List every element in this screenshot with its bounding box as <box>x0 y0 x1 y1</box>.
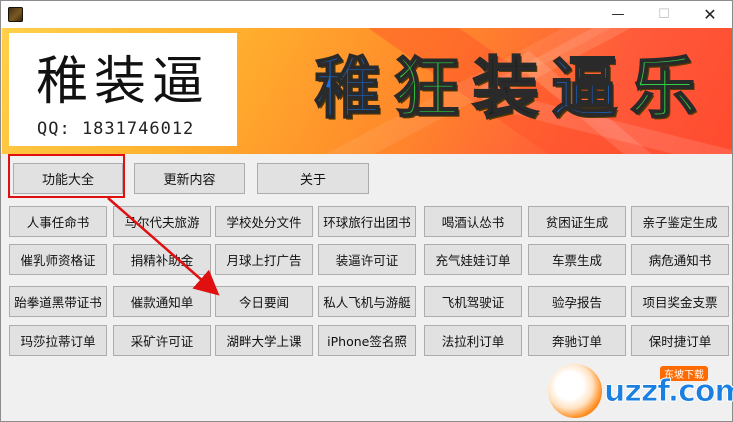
function-button[interactable]: 月球上打广告 <box>215 244 313 275</box>
function-button[interactable]: 玛莎拉蒂订单 <box>9 325 107 356</box>
function-button[interactable]: 今日要闻 <box>215 286 313 317</box>
function-button[interactable]: 马尔代夫旅游 <box>113 206 211 237</box>
function-button[interactable]: 充气娃娃订单 <box>424 244 522 275</box>
function-button[interactable]: 催乳师资格证 <box>9 244 107 275</box>
slogan-char: 稚 <box>314 49 382 128</box>
function-button[interactable]: 采矿许可证 <box>113 325 211 356</box>
logo-box: 稚装逼 QQ: 1831746012 <box>9 33 237 146</box>
slogan-char: 装 <box>472 49 540 128</box>
logo-title: 稚装逼 <box>35 52 210 112</box>
function-button[interactable]: 环球旅行出团书 <box>318 206 416 237</box>
watermark-brand: uzzf.com <box>604 374 733 410</box>
function-button[interactable]: 病危通知书 <box>631 244 729 275</box>
function-button[interactable]: 法拉利订单 <box>424 325 522 356</box>
maximize-button[interactable]: ☐ <box>641 1 687 28</box>
highlight-box <box>8 154 125 198</box>
function-button[interactable]: 捐精补助金 <box>113 244 211 275</box>
tab-about[interactable]: 关于 <box>257 163 369 194</box>
function-button[interactable]: 验孕报告 <box>528 286 626 317</box>
function-button[interactable]: 人事任命书 <box>9 206 107 237</box>
function-button[interactable]: 私人飞机与游艇 <box>318 286 416 317</box>
close-button[interactable]: ✕ <box>687 1 732 28</box>
function-button[interactable]: 催款通知单 <box>113 286 211 317</box>
banner-slogan: 稚 狂 装 逼 乐 <box>308 49 703 128</box>
app-icon <box>8 7 23 22</box>
minimize-button[interactable]: — <box>595 1 641 28</box>
function-button[interactable]: 学校处分文件 <box>215 206 313 237</box>
function-button[interactable]: 保时捷订单 <box>631 325 729 356</box>
function-button[interactable]: 跆拳道黑带证书 <box>9 286 107 317</box>
function-button[interactable]: 亲子鉴定生成 <box>631 206 729 237</box>
watermark: 东坡下载 uzzf.com <box>548 364 733 422</box>
function-button[interactable]: 奔驰订单 <box>528 325 626 356</box>
function-button[interactable]: 项目奖金支票 <box>631 286 729 317</box>
function-button[interactable]: 喝酒认怂书 <box>424 206 522 237</box>
title-bar[interactable]: — ☐ ✕ <box>1 1 732 28</box>
slogan-char: 狂 <box>393 49 461 128</box>
qq-label: QQ: 1831746012 <box>37 119 195 139</box>
app-window: — ☐ ✕ 稚装逼 QQ: 1831746012 稚 狂 装 逼 乐 功能大全 … <box>0 0 733 422</box>
function-button[interactable]: 装逼许可证 <box>318 244 416 275</box>
function-button[interactable]: 湖畔大学上课 <box>215 325 313 356</box>
function-button[interactable]: 飞机驾驶证 <box>424 286 522 317</box>
watermark-logo-icon <box>548 364 602 418</box>
function-button[interactable]: iPhone签名照 <box>318 325 416 356</box>
function-button[interactable]: 车票生成 <box>528 244 626 275</box>
tab-updates[interactable]: 更新内容 <box>134 163 245 194</box>
function-button[interactable]: 贫困证生成 <box>528 206 626 237</box>
banner-image: 稚装逼 QQ: 1831746012 稚 狂 装 逼 乐 <box>2 28 732 154</box>
slogan-char: 乐 <box>630 49 698 128</box>
slogan-char: 逼 <box>551 49 619 128</box>
